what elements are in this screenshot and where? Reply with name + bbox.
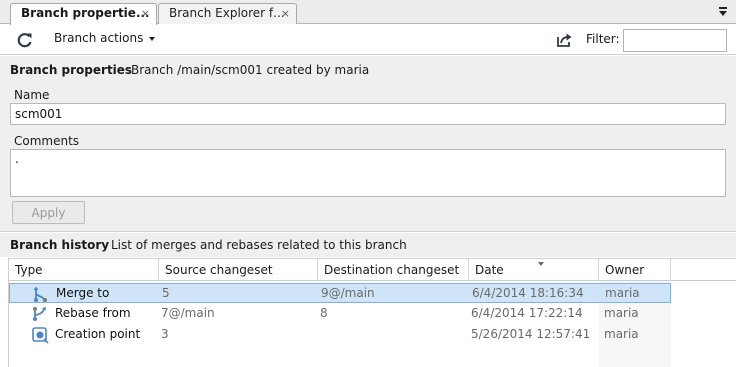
- branch-history-table: Type Source changeset Destination change…: [8, 258, 736, 367]
- close-icon[interactable]: ×: [141, 4, 150, 23]
- destination-changeset-cell: 8: [320, 306, 328, 320]
- export-button[interactable]: [554, 30, 574, 50]
- tab-branch-explorer[interactable]: Branch Explorer f... ×: [158, 3, 297, 24]
- tab-branch-properties[interactable]: Branch propertie... ×: [10, 3, 157, 25]
- date-cell: 6/4/2014 17:22:14: [471, 306, 583, 320]
- apply-button[interactable]: Apply: [12, 201, 85, 224]
- toolbar: Branch actions Filter:: [0, 25, 736, 55]
- branch-properties-panel: Branch properties Branch /main/scm001 cr…: [0, 56, 736, 232]
- creation-point-icon: [31, 326, 49, 344]
- tab-label: Branch propertie: [21, 6, 136, 20]
- source-changeset-cell: 7@/main: [161, 306, 215, 320]
- column-header-destination-changeset[interactable]: Destination changeset: [318, 259, 469, 281]
- sort-descending-icon: [538, 262, 544, 266]
- column-header-owner[interactable]: Owner: [599, 259, 671, 281]
- table-row[interactable]: Creation point 3 5/26/2014 12:57:41 mari…: [9, 325, 671, 345]
- branch-actions-label: Branch actions: [54, 31, 144, 45]
- type-cell: Rebase from: [55, 306, 131, 320]
- table-empty-area: [671, 281, 736, 367]
- type-cell: Creation point: [55, 327, 141, 341]
- filter-label: Filter:: [586, 32, 620, 46]
- tab-label: Branch Explorer f: [169, 6, 274, 20]
- owner-cell: maria: [605, 286, 640, 300]
- history-description: List of merges and rebases related to th…: [111, 238, 407, 252]
- branch-history-header: Branch history List of merges and rebase…: [0, 233, 736, 257]
- date-cell: 5/26/2014 12:57:41: [471, 327, 591, 341]
- column-header-date[interactable]: Date: [469, 259, 599, 281]
- name-field[interactable]: [10, 103, 726, 125]
- refresh-icon: [17, 33, 32, 48]
- branch-actions-menu[interactable]: Branch actions: [54, 31, 156, 45]
- tab-overflow-menu-icon[interactable]: [718, 5, 728, 17]
- table-row[interactable]: Merge to 5 9@/main 6/4/2014 18:16:34 mar…: [9, 283, 671, 303]
- properties-title: Branch properties: [10, 63, 133, 77]
- comments-label: Comments: [14, 134, 80, 148]
- chevron-down-icon: [149, 36, 156, 41]
- column-header-type[interactable]: Type: [9, 259, 159, 281]
- source-changeset-cell: 3: [161, 327, 169, 341]
- close-icon[interactable]: ×: [281, 4, 290, 23]
- history-title: Branch history: [10, 238, 110, 252]
- export-icon: [557, 33, 572, 47]
- type-cell: Merge to: [56, 286, 110, 300]
- properties-description: Branch /main/scm001 created by maria: [131, 63, 370, 77]
- comments-field[interactable]: .: [10, 149, 726, 197]
- table-row[interactable]: Rebase from 7@/main 8 6/4/2014 17:22:14 …: [9, 304, 671, 324]
- merge-to-icon: [32, 285, 50, 303]
- date-cell: 6/4/2014 18:16:34: [472, 286, 584, 300]
- table-header: Type Source changeset Destination change…: [9, 258, 736, 281]
- filter-input[interactable]: [623, 29, 727, 52]
- owner-cell: maria: [604, 327, 639, 341]
- column-header-source-changeset[interactable]: Source changeset: [159, 259, 318, 281]
- destination-changeset-cell: 9@/main: [321, 286, 375, 300]
- owner-cell: maria: [604, 306, 639, 320]
- rebase-from-icon: [31, 305, 49, 323]
- name-label: Name: [14, 88, 50, 102]
- tab-strip: Branch propertie... × Branch Explorer f.…: [0, 0, 736, 25]
- source-changeset-cell: 5: [162, 286, 170, 300]
- refresh-button[interactable]: [14, 29, 36, 51]
